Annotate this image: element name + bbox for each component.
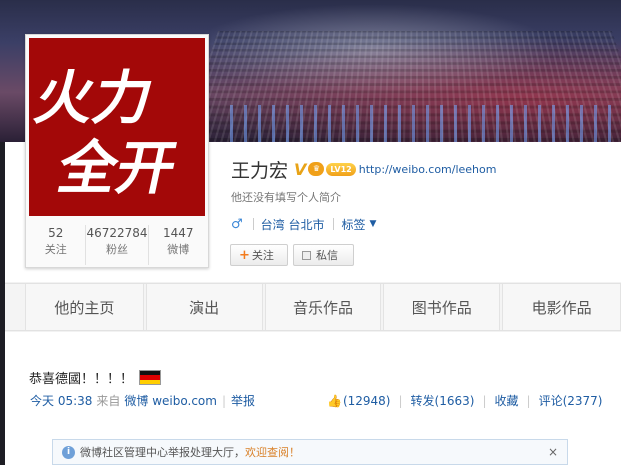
stat-posts-count: 1447 (163, 226, 194, 240)
tab-home[interactable]: 他的主页 (25, 284, 144, 330)
stat-followers-count: 46722784 (86, 226, 148, 240)
stat-following-count: 52 (48, 226, 64, 240)
stat-following[interactable]: 52 关注 (26, 225, 87, 265)
avatar-text-line2: 全开 (51, 135, 182, 202)
verified-v-icon[interactable]: V (294, 160, 306, 179)
favorite-action[interactable]: 收藏 (495, 392, 519, 409)
message-icon (302, 250, 311, 260)
stat-followers[interactable]: 46722784 粉丝 (86, 225, 149, 265)
profile-bio: 他还没有填写个人简介 (231, 191, 341, 204)
like-count: (12948) (342, 393, 391, 408)
stat-following-label: 关注 (44, 243, 67, 256)
name-row: 王力宏 V ♛ LV12 http://weibo.com/leehom (231, 156, 496, 182)
thumbs-up-icon: 👍 (327, 393, 342, 408)
post-from-label: 来自 (96, 394, 121, 408)
post-content: 恭喜德國！！！！ (29, 368, 162, 387)
location-link[interactable]: 台湾 台北市 (261, 216, 325, 233)
post-meta: 今天 05:38 来自 微博 weibo.com | 举报 (30, 392, 255, 409)
feed: 恭喜德國！！！！ 今天 05:38 来自 微博 weibo.com | 举报 👍… (5, 332, 621, 465)
notice-link[interactable]: 欢迎查阅！ (245, 444, 300, 460)
forward-action[interactable]: 转发(1663) (411, 392, 475, 409)
avatar-card: 火力 全开 52 关注 46722784 粉丝 1447 微博 (25, 34, 209, 268)
profile-stats: 52 关注 46722784 粉丝 1447 微博 (26, 225, 208, 265)
divider: | (526, 393, 531, 408)
profile-meta: ♂ 台湾 台北市 标签 ▼ (231, 215, 376, 233)
post-actions: 👍(12948) | 转发(1663) | 收藏 | 评论(2377) (327, 392, 602, 409)
post-text: 恭喜德國！！！！ (29, 372, 134, 387)
comment-action[interactable]: 评论(2377) (539, 392, 603, 409)
germany-flag-icon (139, 370, 162, 385)
avatar-text-line1: 火力 (29, 65, 159, 132)
close-icon[interactable]: × (548, 445, 558, 459)
caret-down-icon[interactable]: ▼ (370, 219, 377, 229)
info-icon: i (62, 445, 75, 459)
follow-button-label: 关注 (251, 249, 274, 262)
follow-button[interactable]: + 关注 (230, 244, 288, 266)
report-link[interactable]: 举报 (231, 392, 255, 409)
divider (252, 218, 254, 230)
vip-icon[interactable]: ♛ (308, 162, 325, 176)
stat-followers-label: 粉丝 (106, 243, 128, 256)
like-action[interactable]: 👍(12948) (327, 394, 391, 408)
tab-movies[interactable]: 电影作品 (502, 284, 621, 330)
profile-tabs: 他的主页 演出 音乐作品 图书作品 电影作品 (5, 283, 621, 331)
profile-name: 王力宏 (231, 159, 289, 182)
message-button[interactable]: 私信 (293, 244, 354, 266)
level-badge[interactable]: LV12 (326, 162, 356, 176)
stat-posts[interactable]: 1447 微博 (149, 225, 208, 265)
avatar-image: 火力 全开 (29, 38, 205, 216)
profile-url-link[interactable]: http://weibo.com/leehom (359, 163, 497, 176)
male-gender-icon: ♂ (231, 216, 243, 232)
tab-books[interactable]: 图书作品 (383, 284, 501, 330)
stat-posts-label: 微博 (167, 243, 190, 256)
divider (333, 218, 335, 230)
divider: | (482, 393, 487, 408)
post-source-link[interactable]: 微博 weibo.com (124, 392, 217, 409)
notice-text: 微博社区管理中心举报处理大厅， (80, 446, 245, 459)
tab-shows[interactable]: 演出 (145, 284, 263, 330)
plus-icon: + (239, 247, 250, 263)
message-button-label: 私信 (316, 249, 338, 262)
divider: | (221, 393, 227, 408)
divider: | (398, 393, 403, 408)
avatar[interactable]: 火力 全开 (29, 38, 205, 216)
notice-bar: i 微博社区管理中心举报处理大厅， 欢迎查阅！ × (52, 439, 568, 465)
tags-link[interactable]: 标签 (341, 216, 365, 233)
cover-lights (230, 105, 621, 142)
tab-music[interactable]: 音乐作品 (264, 284, 382, 330)
post-time-link[interactable]: 今天 05:38 (30, 392, 92, 409)
